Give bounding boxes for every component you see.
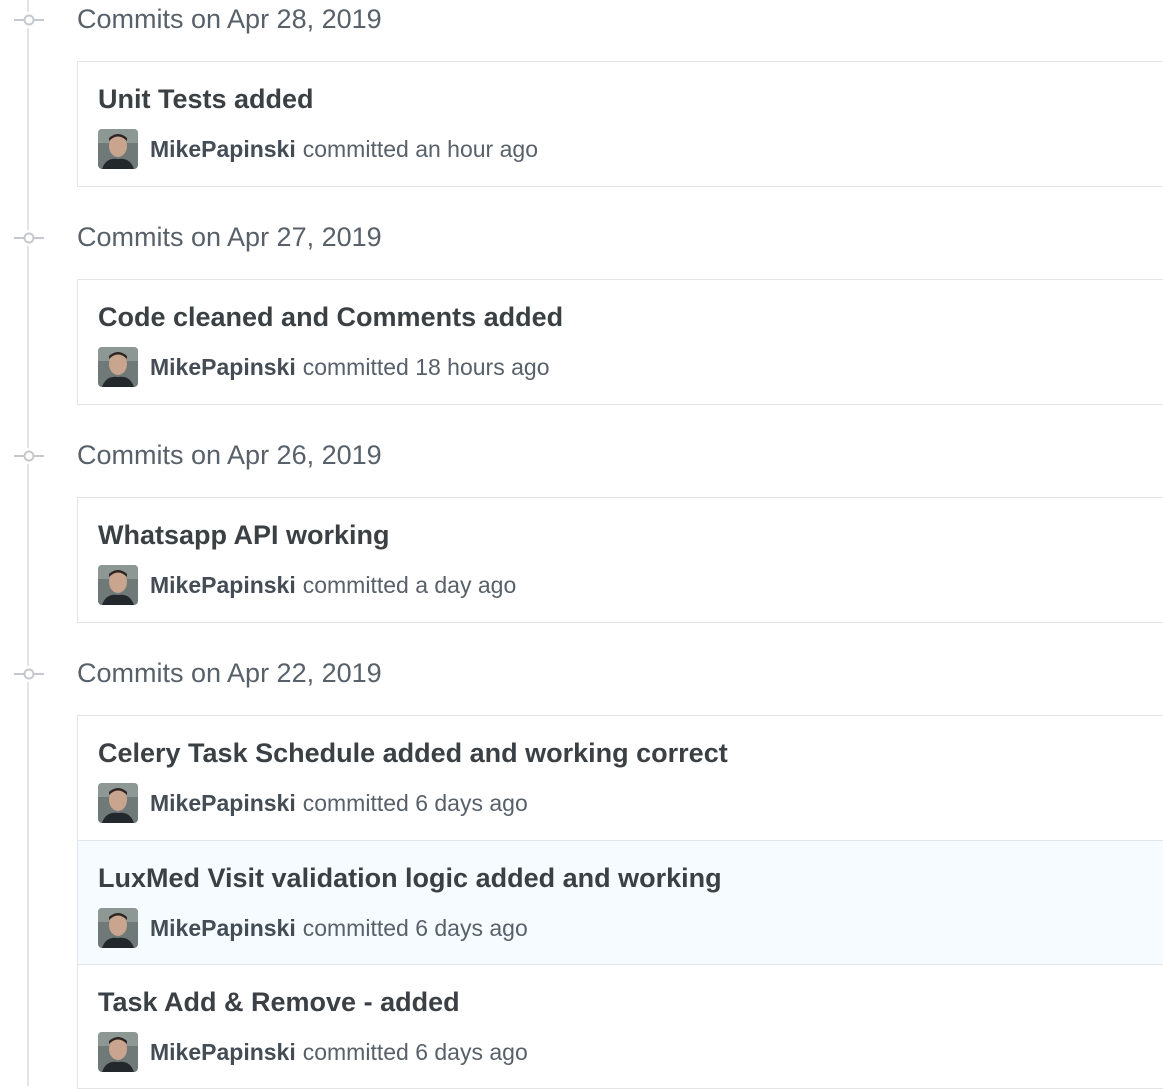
commit-meta: MikePapinski committed 6 days ago [98, 783, 528, 823]
commit-time: committed a day ago [302, 571, 517, 598]
commit-author-link[interactable]: MikePapinski [150, 136, 296, 163]
commit-meta: MikePapinski committed 6 days ago [98, 908, 528, 948]
git-commit-icon [14, 12, 44, 28]
commit-group-header: Commits on Apr 22, 2019 [0, 654, 1163, 694]
commit-row: Task Add & Remove - added MikePapinski c… [78, 964, 1163, 1088]
commit-group-date: Commits on Apr 26, 2019 [77, 440, 382, 470]
user-avatar[interactable] [98, 908, 138, 948]
commit-author-link[interactable]: MikePapinski [150, 572, 296, 599]
user-avatar[interactable] [98, 1032, 138, 1072]
user-avatar[interactable] [98, 565, 138, 605]
commit-author-link[interactable]: MikePapinski [150, 354, 296, 381]
git-commit-icon [14, 448, 44, 464]
user-avatar[interactable] [98, 347, 138, 387]
git-commit-icon [14, 230, 44, 246]
timeline-line [27, 0, 29, 1086]
commit-author-link[interactable]: MikePapinski [150, 915, 296, 942]
commit-group-date: Commits on Apr 28, 2019 [77, 4, 382, 34]
commit-meta: MikePapinski committed 6 days ago [98, 1032, 528, 1072]
commit-list: Celery Task Schedule added and working c… [77, 715, 1163, 1089]
commit-group-date: Commits on Apr 22, 2019 [77, 658, 382, 688]
commit-row: Code cleaned and Comments added MikePapi… [78, 280, 1163, 404]
commit-meta: MikePapinski committed 18 hours ago [98, 347, 549, 387]
commit-title-link[interactable]: Unit Tests added [98, 82, 314, 116]
commit-list: Code cleaned and Comments added MikePapi… [77, 279, 1163, 405]
commit-row: Celery Task Schedule added and working c… [78, 716, 1163, 840]
user-avatar[interactable] [98, 783, 138, 823]
commit-time: committed 6 days ago [302, 789, 528, 816]
commit-time: committed 6 days ago [302, 1038, 528, 1065]
git-commit-icon [14, 666, 44, 682]
commit-title-link[interactable]: Task Add & Remove - added [98, 985, 460, 1019]
user-avatar[interactable] [98, 129, 138, 169]
commit-title-link[interactable]: Celery Task Schedule added and working c… [98, 736, 728, 770]
commit-group-header: Commits on Apr 27, 2019 [0, 218, 1163, 258]
commit-group-date: Commits on Apr 27, 2019 [77, 222, 382, 252]
commit-group-header: Commits on Apr 28, 2019 [0, 0, 1163, 40]
commit-meta: MikePapinski committed a day ago [98, 565, 516, 605]
commit-title-link[interactable]: Code cleaned and Comments added [98, 300, 563, 334]
commit-group-header: Commits on Apr 26, 2019 [0, 436, 1163, 476]
commit-time: committed 6 days ago [302, 914, 528, 941]
commit-list: Whatsapp API working MikePapinski commit… [77, 497, 1163, 623]
commit-list: Unit Tests added MikePapinski committed … [77, 61, 1163, 187]
commit-row: Whatsapp API working MikePapinski commit… [78, 498, 1163, 622]
commit-title-link[interactable]: LuxMed Visit validation logic added and … [98, 861, 722, 895]
commit-author-link[interactable]: MikePapinski [150, 790, 296, 817]
commit-row: LuxMed Visit validation logic added and … [78, 840, 1163, 964]
commit-title-link[interactable]: Whatsapp API working [98, 518, 390, 552]
commit-author-link[interactable]: MikePapinski [150, 1039, 296, 1066]
commit-row: Unit Tests added MikePapinski committed … [78, 62, 1163, 186]
commit-time: committed 18 hours ago [302, 353, 550, 380]
commit-meta: MikePapinski committed an hour ago [98, 129, 538, 169]
commit-time: committed an hour ago [302, 135, 538, 162]
